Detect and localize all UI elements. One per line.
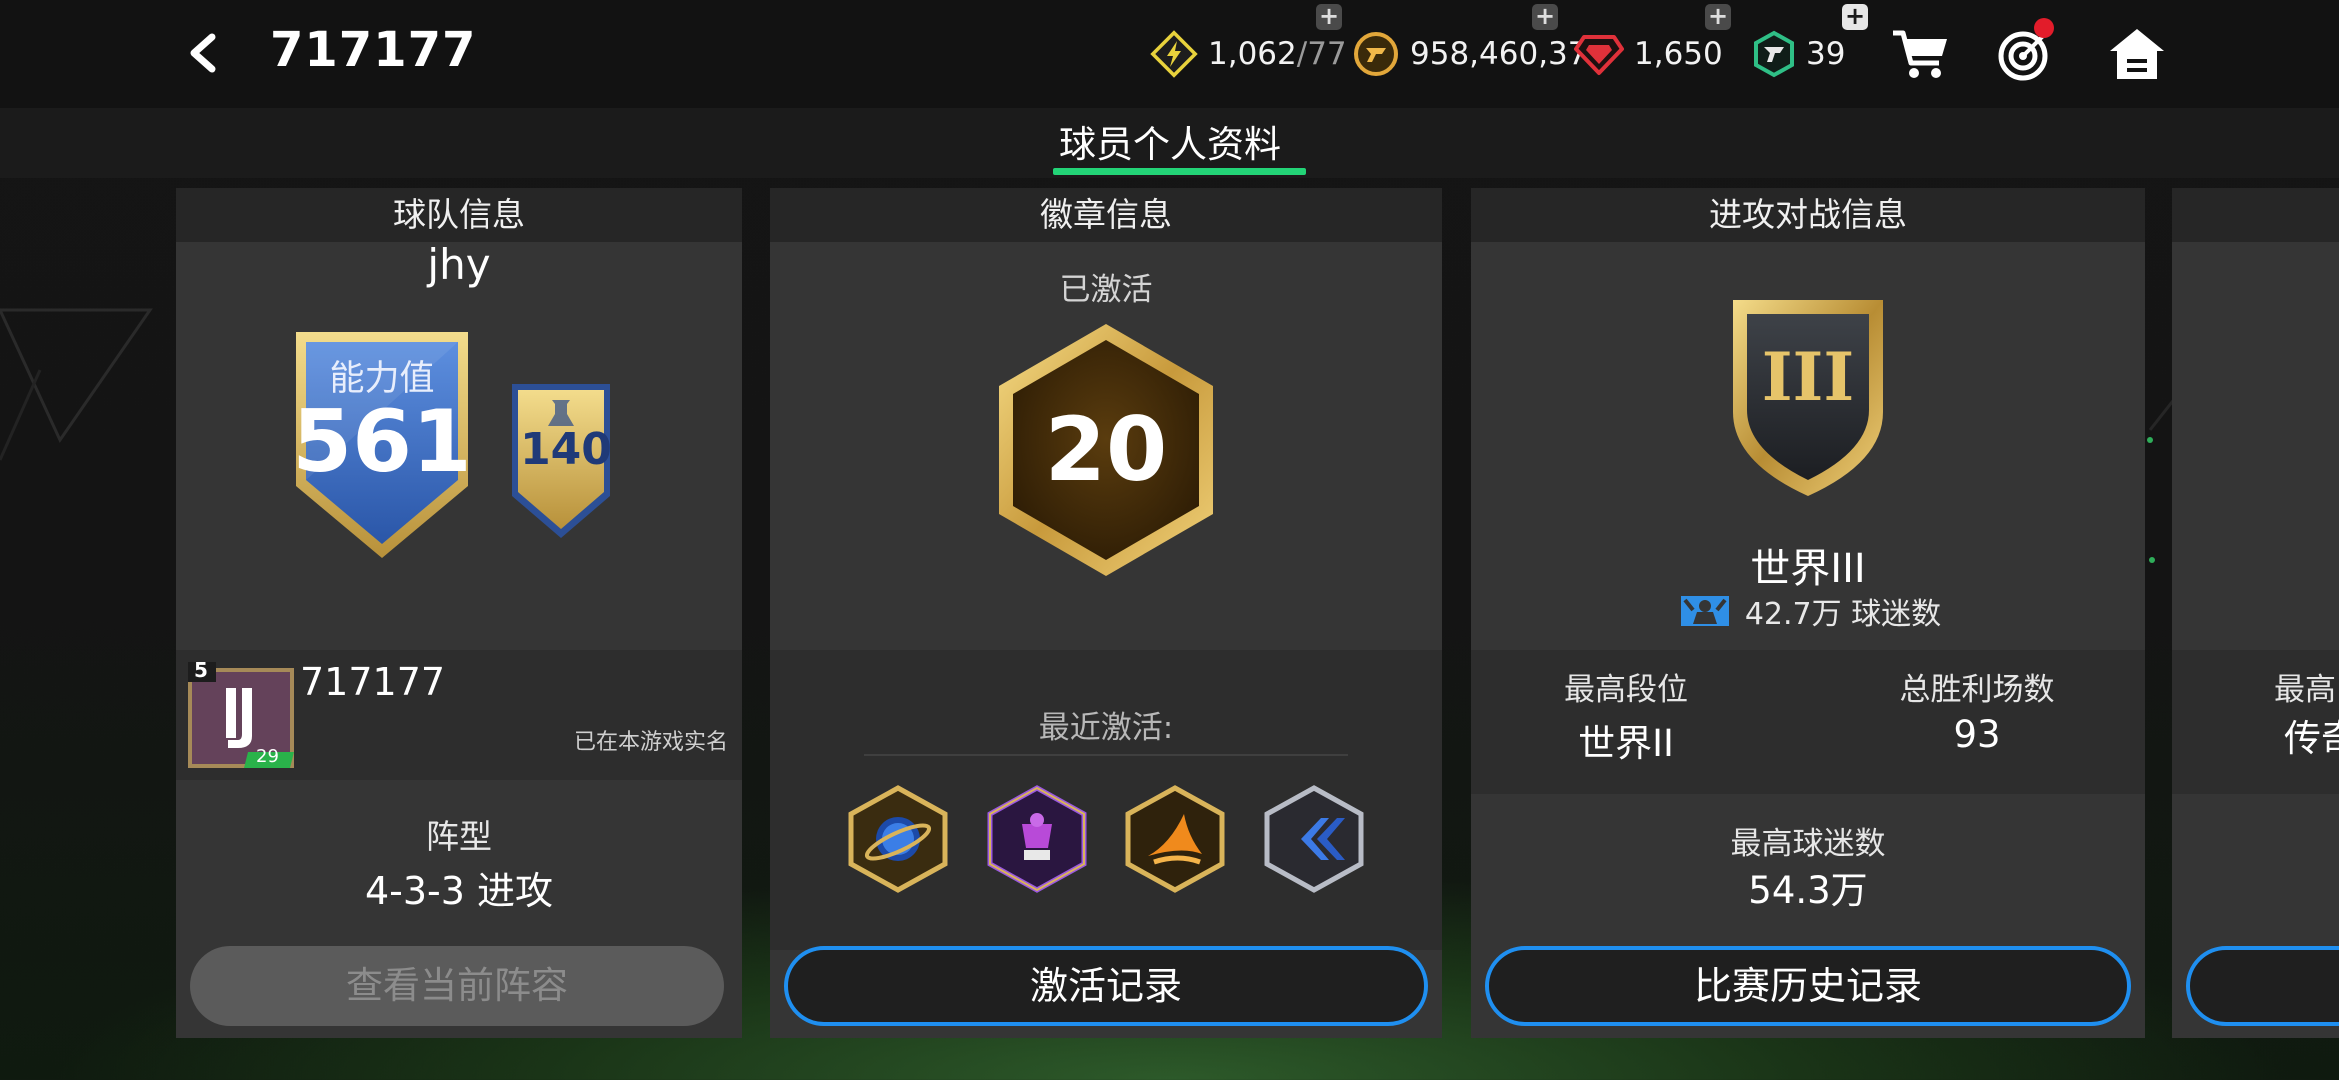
- stamina-value: 1,062/77: [1208, 36, 1347, 72]
- coins-resource[interactable]: 958,460,375 +: [1352, 4, 1607, 80]
- view-lineup-button[interactable]: 查看当前阵容: [190, 946, 724, 1026]
- tokens-value: 39: [1806, 36, 1846, 72]
- total-wins-label: 总胜利场数: [1899, 672, 2055, 708]
- best-rank-value: 世界II: [1578, 722, 1674, 765]
- stamina-resource[interactable]: 1,062/77 +: [1150, 4, 1347, 80]
- attack-battle-heading: 进攻对战信息: [1471, 188, 2145, 242]
- chevron-left-icon: [190, 33, 216, 73]
- recent-label: 最近激活:: [1038, 710, 1174, 746]
- formation-label: 阵型: [426, 817, 492, 856]
- top-bar: 717177 1,062/77 + 958,460,375 + 1,650 +: [0, 0, 2339, 108]
- max-fans-value: 54.3万: [1748, 869, 1868, 912]
- badge-info-panel: 徽章信息 已激活 20 最近激活: 激活记录: [770, 188, 1442, 1038]
- player-row: 5 29 717177 已在本游戏实名: [176, 650, 742, 780]
- team-info-heading: 球队信息: [176, 188, 742, 242]
- verified-status: 已在本游戏实名: [573, 730, 728, 755]
- partial-panel-heading: [2172, 188, 2339, 242]
- partial-panel: 最高 传奇: [2172, 188, 2339, 1038]
- active-tab-indicator: [1053, 168, 1306, 175]
- tokens-resource[interactable]: 39 +: [1752, 4, 1868, 80]
- recent-badges-list: [845, 784, 1367, 894]
- stats-section: 最高段位 世界II 总胜利场数 93: [1471, 650, 2145, 794]
- fans-count: 42.7万 球迷数: [1471, 586, 2145, 634]
- shopping-cart-icon: [1893, 30, 1947, 78]
- club-token-icon: [1754, 30, 1794, 78]
- total-wins-stat: 总胜利场数 93: [1827, 664, 2127, 756]
- avatar-level-top: 5: [194, 658, 208, 682]
- fans-value: 42.7万: [1744, 597, 1842, 632]
- best-rank-stat: 最高段位 世界II: [1476, 664, 1776, 767]
- avatar-level-bottom: 29: [256, 746, 279, 767]
- gems-resource[interactable]: 1,650 +: [1574, 4, 1731, 80]
- double-chevron-badge-icon[interactable]: [1261, 784, 1367, 894]
- add-stamina-button[interactable]: +: [1316, 4, 1342, 30]
- trophy-cup-badge-icon[interactable]: [984, 784, 1090, 894]
- team-info-panel: 球队信息 jhy 能力值 561 140 5 29 717177 已在本游戏实名…: [176, 188, 742, 1038]
- activated-label: 已激活: [1059, 272, 1153, 308]
- home-button[interactable]: [2106, 26, 2168, 82]
- formation-value: 4-3-3 进攻: [364, 869, 554, 913]
- shop-button[interactable]: [1890, 26, 1952, 82]
- planet-badge-icon[interactable]: [845, 784, 951, 894]
- add-tokens-button[interactable]: +: [1842, 4, 1868, 30]
- team-name: jhy: [427, 240, 491, 289]
- match-history-button[interactable]: 比赛历史记录: [1485, 946, 2131, 1026]
- avatar[interactable]: 5 29: [188, 658, 294, 768]
- wing-flame-badge-icon[interactable]: [1122, 784, 1228, 894]
- notification-dot: [2034, 18, 2054, 38]
- rank-roman-numeral: III: [1761, 338, 1855, 416]
- partial-panel-button[interactable]: [2186, 946, 2339, 1026]
- home-icon: [2110, 29, 2164, 79]
- partial-stats-section: 最高 传奇: [2172, 650, 2339, 794]
- partial-label: 最高: [2274, 672, 2336, 708]
- badge-info-heading: 徽章信息: [770, 188, 1442, 242]
- add-coins-button[interactable]: +: [1532, 4, 1558, 30]
- activation-history-button[interactable]: 激活记录: [784, 946, 1428, 1026]
- username: 717177: [300, 660, 446, 704]
- back-button[interactable]: [178, 28, 228, 78]
- total-wins-value: 93: [1953, 713, 2001, 756]
- max-fans-label: 最高球迷数: [1730, 826, 1886, 862]
- gems-value: 1,650: [1634, 36, 1723, 72]
- extra-value: 140: [520, 424, 612, 475]
- ability-value: 561: [292, 392, 472, 492]
- ruby-gem-icon: [1574, 35, 1624, 75]
- partial-value: 传奇: [2284, 717, 2339, 760]
- lightning-icon: [1150, 30, 1198, 78]
- fans-icon: [1680, 596, 1729, 626]
- page-title: 717177: [270, 22, 477, 78]
- best-rank-label: 最高段位: [1564, 672, 1688, 708]
- add-gems-button[interactable]: +: [1705, 4, 1731, 30]
- missions-button[interactable]: [1994, 18, 2056, 82]
- divider: [864, 754, 1348, 756]
- coin-icon: [1354, 32, 1398, 76]
- activated-count: 20: [1044, 398, 1168, 501]
- attack-battle-panel: 进攻对战信息 III 世界III 42.7万 球迷数 最高段位 世界II 总胜利…: [1471, 188, 2145, 1038]
- fans-label: 球迷数: [1851, 597, 1942, 632]
